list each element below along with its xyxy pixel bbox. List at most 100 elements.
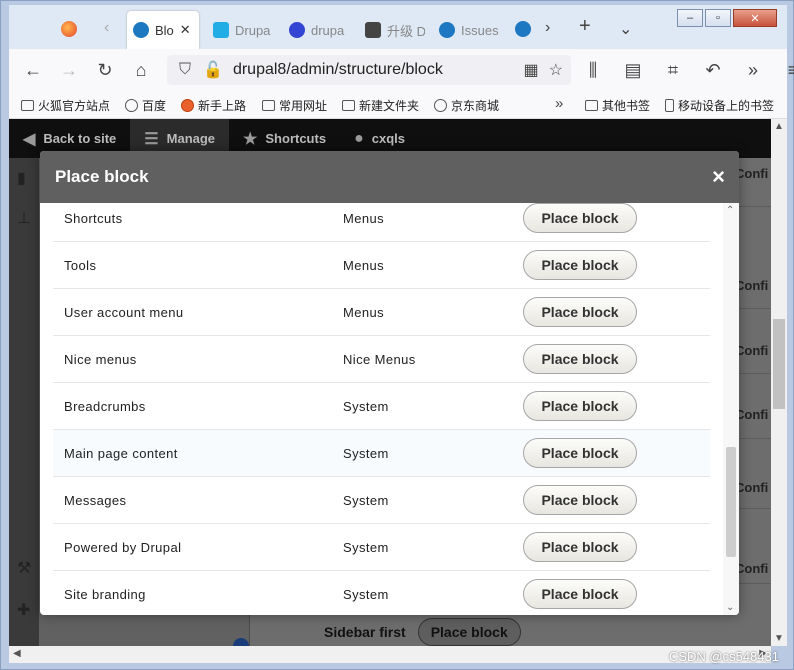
place-block-button[interactable]: Place block — [523, 344, 637, 374]
bookmark-firefox-official[interactable]: 火狐官方站点 — [21, 97, 110, 114]
place-block-button[interactable]: Place block — [523, 438, 637, 468]
bookmark-jd[interactable]: 京东商城 — [434, 97, 499, 114]
bookmarks-overflow-chevron-icon[interactable]: » — [555, 95, 563, 112]
mobile-device-icon — [665, 99, 674, 112]
bookmark-label: 常用网址 — [279, 99, 328, 113]
block-category: System — [343, 492, 389, 508]
restore-icon[interactable]: ▫ — [705, 9, 731, 27]
block-category: Nice Menus — [343, 351, 416, 367]
dialog-title: Place block — [55, 167, 149, 186]
home-icon[interactable]: ⌂ — [123, 55, 159, 85]
block-category: System — [343, 539, 389, 555]
extend-puzzle-icon[interactable]: ✚ — [17, 600, 30, 620]
block-list: Shortcuts Menus Place block Tools Menus Place… — [53, 203, 710, 615]
place-block-button[interactable]: Place block — [523, 391, 637, 421]
reload-icon[interactable]: ↻ — [87, 55, 123, 85]
overflow-chevron-icon[interactable]: » — [735, 55, 771, 85]
drupal-tab-icon[interactable] — [515, 21, 531, 37]
watermark: CSDN @cs548431 — [668, 649, 779, 664]
bookmark-new-folder[interactable]: 新建文件夹 — [342, 97, 419, 114]
globe-icon — [434, 99, 447, 112]
configure-link[interactable]: Confi — [735, 480, 771, 502]
configure-link[interactable]: Confi — [735, 407, 771, 429]
place-block-button[interactable]: Place block — [523, 485, 637, 515]
qr-code-icon[interactable]: ▦ — [524, 60, 539, 80]
dialog-scrollbar[interactable]: ⌃ ⌄ — [723, 203, 739, 615]
configure-link[interactable]: Confi — [735, 343, 771, 365]
url-bar[interactable]: ⛉ 🔓 drupal8/admin/structure/block ▦ ☆ — [167, 55, 571, 85]
new-tab-icon[interactable]: + — [579, 15, 591, 38]
firefox-icon — [181, 99, 194, 112]
bookmark-common-sites[interactable]: 常用网址 — [262, 97, 327, 114]
configure-link[interactable]: Confi — [735, 278, 771, 300]
scroll-left-icon[interactable]: ◀ — [13, 648, 21, 659]
block-name: Main page content — [64, 445, 178, 461]
bookmark-baidu[interactable]: 百度 — [125, 97, 166, 114]
scroll-up-icon[interactable]: ⌃ — [726, 205, 734, 216]
configure-link[interactable]: Confi — [735, 166, 771, 188]
url-text[interactable]: drupal8/admin/structure/block — [233, 61, 443, 79]
block-name: Powered by Drupal — [64, 539, 182, 555]
place-block-button[interactable]: Place block — [523, 532, 637, 562]
bookmark-star-icon[interactable]: ☆ — [549, 60, 563, 80]
block-category: Menus — [343, 257, 385, 273]
bookmark-other[interactable]: 其他书签 — [585, 97, 650, 114]
scroll-up-icon[interactable]: ▲ — [774, 121, 784, 132]
insecure-lock-icon[interactable]: 🔓 — [203, 60, 223, 80]
back-arrow-icon[interactable]: ← — [15, 55, 51, 85]
sidebar-icon[interactable]: ▤ — [615, 55, 651, 85]
content-file-icon[interactable]: ▮ — [17, 168, 26, 188]
hamburger-icon: ☰ — [144, 130, 159, 148]
block-category: System — [343, 398, 389, 414]
tab-scroll-right-icon[interactable]: › — [545, 19, 550, 37]
tab-label: Blo — [155, 22, 174, 38]
user-icon: ● — [354, 129, 364, 147]
manage-label: Manage — [166, 131, 216, 146]
forward-arrow-icon[interactable]: → — [51, 55, 87, 85]
place-block-button[interactable]: Place block — [523, 579, 637, 609]
page-vertical-scrollbar[interactable]: ▲ ▼ — [771, 119, 787, 646]
tab-list-chevron-down-icon[interactable]: ⌄ — [619, 19, 632, 39]
structure-sitemap-icon[interactable]: ⊥ — [17, 208, 31, 228]
scroll-thumb[interactable] — [773, 319, 785, 409]
appearance-brush-icon[interactable]: ⚒ — [17, 558, 31, 578]
bookmark-getting-started[interactable]: 新手上路 — [181, 97, 246, 114]
firefox-icon[interactable] — [61, 21, 77, 37]
table-row: Site branding System Place block — [53, 571, 710, 615]
tab-blocks[interactable]: Blo ✕ — [127, 11, 199, 49]
tab-label: drupa — [311, 22, 345, 38]
table-row: Tools Menus Place block — [53, 242, 710, 289]
tab-upgrade[interactable]: 升级 D — [359, 11, 425, 49]
place-block-button[interactable]: Place block — [417, 618, 521, 646]
bookmark-mobile[interactable]: 移动设备上的书签 — [665, 97, 774, 114]
tab-label: 升级 D — [387, 23, 425, 39]
menu-icon[interactable]: ≡ — [775, 55, 794, 85]
tab-close-icon[interactable]: ✕ — [180, 22, 191, 38]
minimize-icon[interactable]: – — [677, 9, 703, 27]
tab-issues[interactable]: Issues — [433, 11, 499, 49]
tab-scroll-left-icon[interactable]: ‹ — [104, 19, 109, 37]
region-label: Sidebar first — [324, 624, 406, 640]
block-category: System — [343, 586, 389, 602]
shortcuts-label: Shortcuts — [265, 131, 327, 146]
undo-icon[interactable]: ↶ — [695, 55, 731, 85]
close-window-icon[interactable]: ✕ — [733, 9, 777, 27]
place-block-button[interactable]: Place block — [523, 250, 637, 280]
star-icon: ★ — [243, 130, 258, 148]
configure-link[interactable]: Confi — [735, 561, 771, 583]
scroll-down-icon[interactable]: ⌄ — [726, 602, 734, 613]
screenshot-crop-icon[interactable]: ⌗ — [655, 55, 691, 85]
scroll-down-icon[interactable]: ▼ — [774, 633, 784, 644]
tab-drupa-2[interactable]: drupa — [283, 11, 347, 49]
library-icon[interactable]: ⫼ — [575, 55, 611, 85]
page-horizontal-scrollbar[interactable]: ◀ ▶ — [9, 646, 771, 663]
place-block-button[interactable]: Place block — [523, 297, 637, 327]
tab-drupa-1[interactable]: Drupa — [207, 11, 275, 49]
scroll-thumb[interactable] — [726, 447, 736, 557]
place-block-button[interactable]: Place block — [523, 203, 637, 233]
status-badge — [233, 638, 249, 646]
close-icon[interactable]: × — [712, 164, 725, 190]
folder-icon — [262, 100, 275, 111]
shield-icon[interactable]: ⛉ — [179, 61, 191, 79]
block-name: Tools — [64, 257, 97, 273]
